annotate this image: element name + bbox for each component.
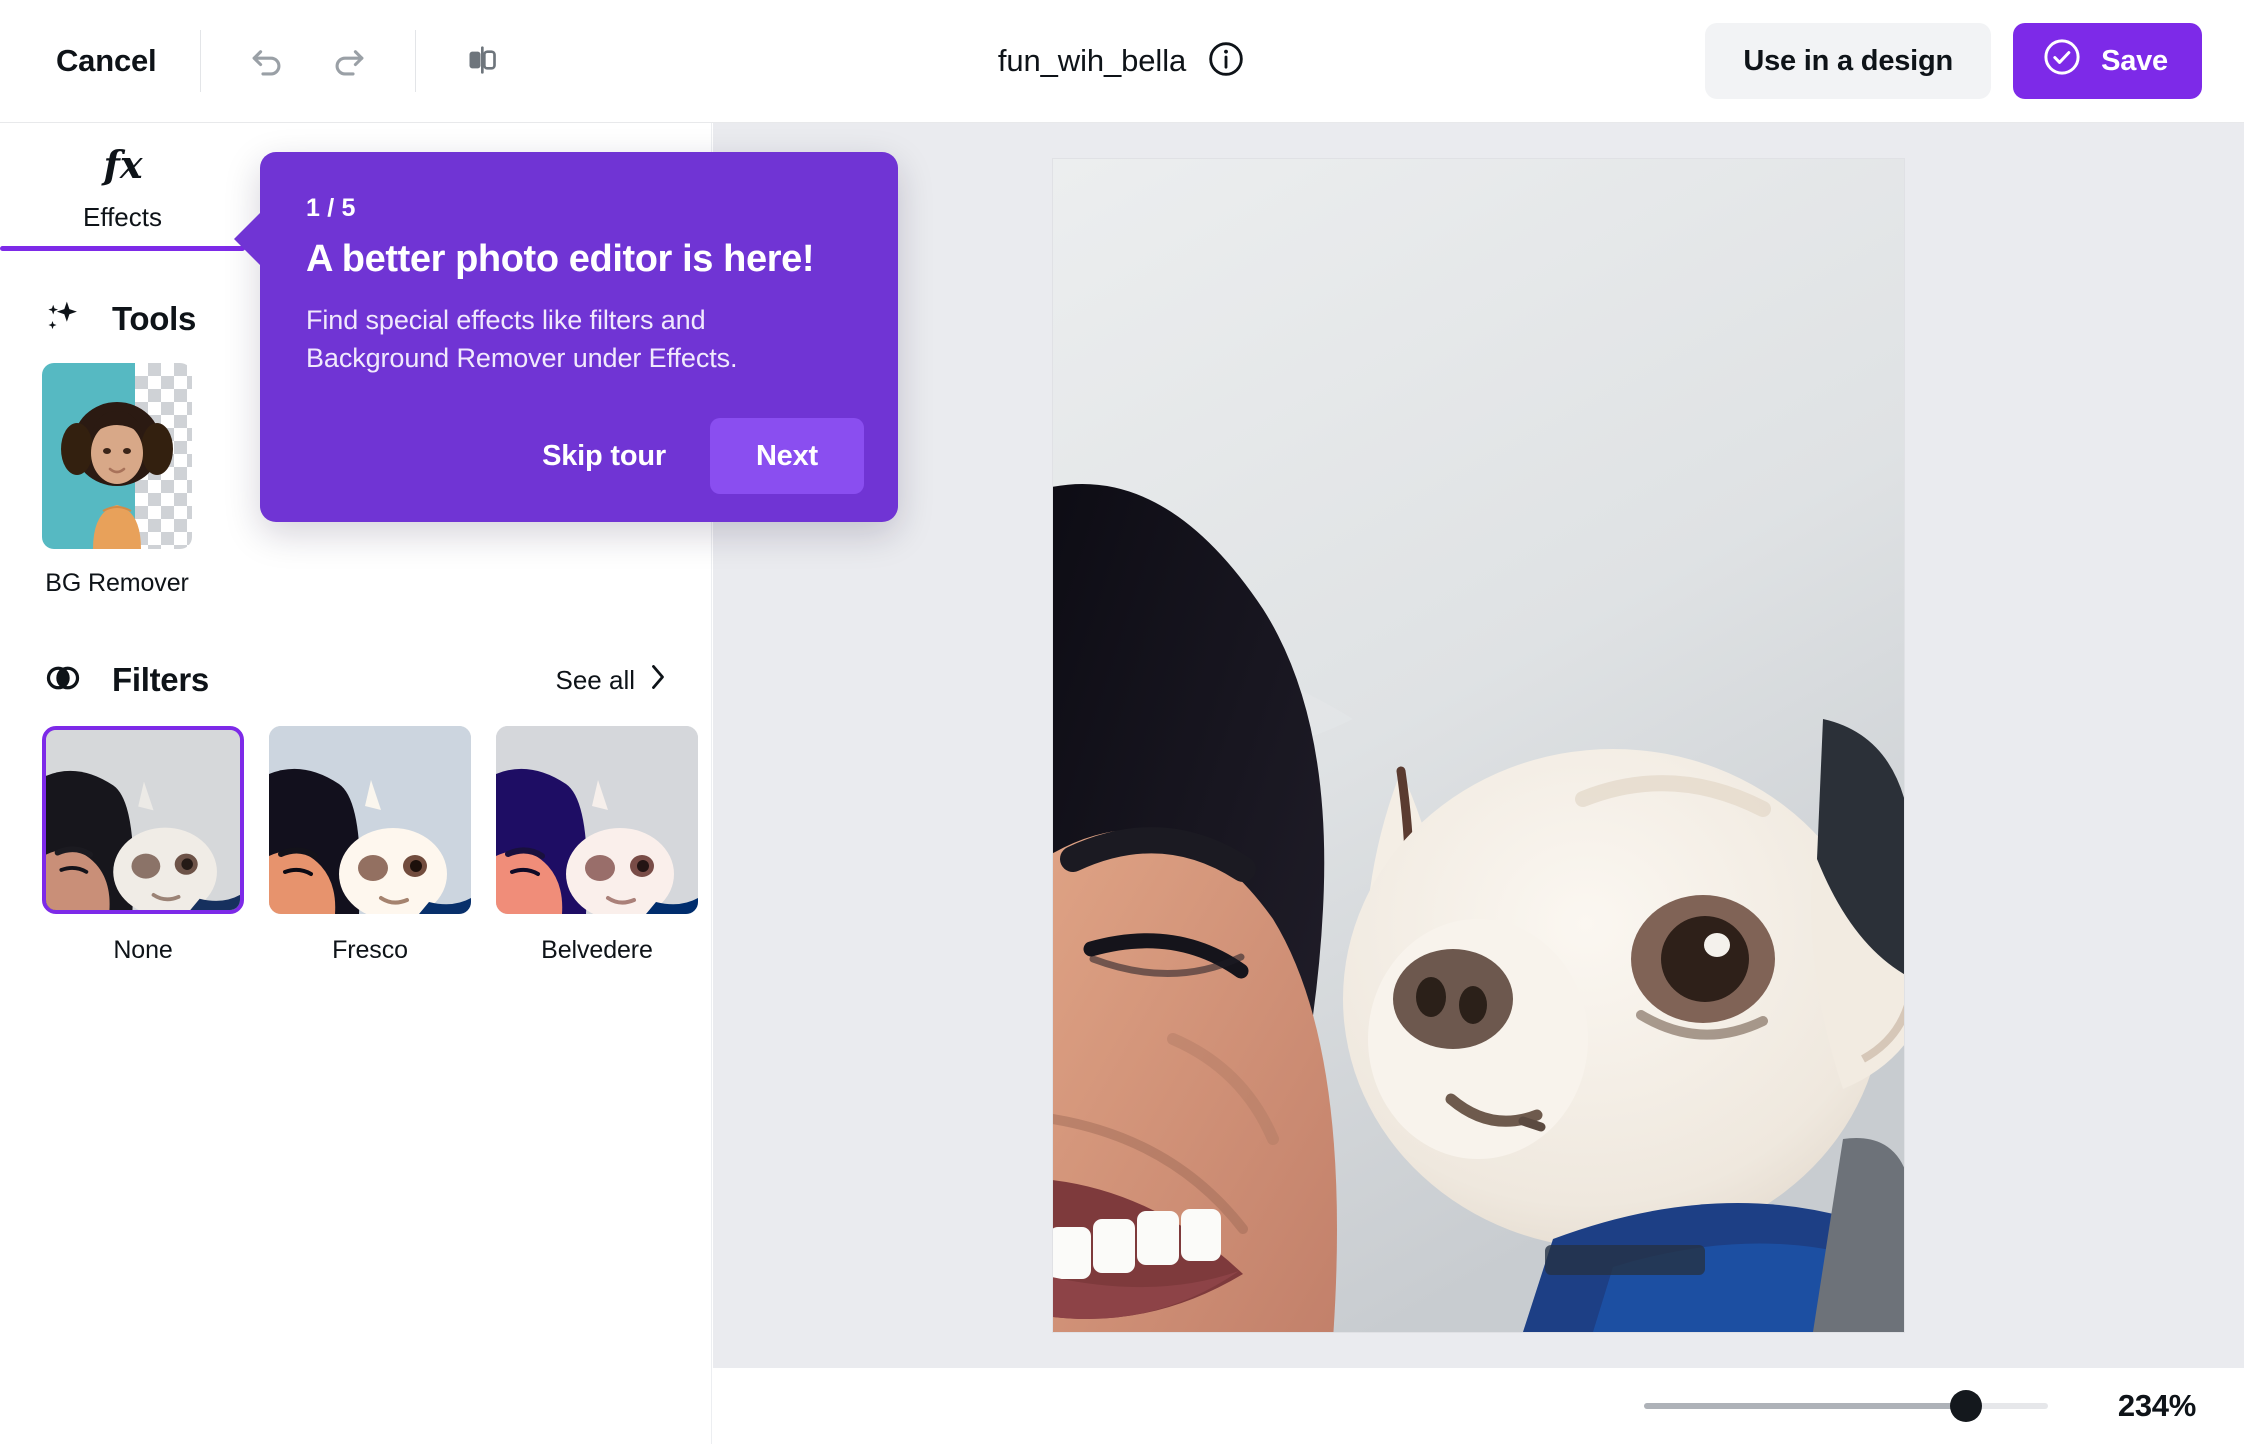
tooltip-body: Find special effects like filters and Ba… [306,304,738,373]
undo-icon [245,38,289,85]
redo-icon [327,38,371,85]
tab-active-indicator [0,246,245,251]
tool-bg-remover[interactable]: BG Remover [42,363,192,598]
compare-split-icon [462,40,502,83]
next-button[interactable]: Next [709,418,864,494]
tool-bg-remover-label: BG Remover [45,569,189,597]
undo-button[interactable] [231,25,303,97]
tab-effects-label: Effects [82,201,162,232]
tooltip-step-counter: 1 / 5 [306,194,356,222]
filters-section-header: Filters See all [0,652,711,708]
save-button-label: Save [2101,44,2168,77]
fx-icon: fx [98,142,148,193]
compare-before-after-button[interactable] [446,25,518,97]
filter-item-none-label: None [113,936,173,964]
filters-list: None Fresco Belvedere [0,708,711,965]
zoom-slider-fill [1644,1403,1966,1409]
tab-effects[interactable]: fx Effects [0,123,245,251]
skip-tour-button[interactable]: Skip tour [508,420,700,492]
header-actions: Use in a design Save [1705,0,2202,122]
sparkle-icon [42,296,84,343]
overlapping-circles-icon [42,657,84,704]
use-in-a-design-button[interactable]: Use in a design [1705,23,1992,99]
zoom-slider[interactable] [1644,1390,2048,1422]
tooltip-title: A better photo editor is here! [306,238,815,280]
tooltip-arrow [234,212,261,266]
cancel-button[interactable]: Cancel [50,33,162,89]
photo-editor-app: Cancel fun_wih_bella Use in a design Sav… [0,0,2244,1444]
filter-item-none[interactable]: None [42,726,244,965]
filters-section-title: Filters [112,661,209,698]
check-circle-icon [2041,36,2083,86]
tooltip-actions: Skip tour Next [508,418,864,494]
filter-thumbnail [42,726,244,914]
svg-text:fx: fx [100,142,143,187]
filter-item-belvedere-label: Belvedere [541,936,653,964]
page-title: fun_wih_bella [997,43,1187,78]
photo-preview[interactable] [1053,159,1904,1332]
info-icon[interactable] [1206,39,1246,84]
see-all-filters-button[interactable]: See all [556,662,670,699]
filter-item-fresco-label: Fresco [332,936,408,964]
filter-thumbnail [269,726,471,914]
photo-image [1053,159,1904,1332]
filter-thumbnail [496,726,698,914]
toolbar-divider-1 [200,30,202,92]
bottom-bar: 234% [713,1368,2244,1444]
tour-tooltip: 1 / 5 A better photo editor is here! Fin… [234,152,898,522]
top-toolbar: Cancel fun_wih_bella Use in a design Sav… [0,0,2244,123]
toolbar-divider-2 [415,30,417,92]
see-all-label: See all [555,664,636,695]
filter-item-fresco[interactable]: Fresco [269,726,471,965]
tools-section-title: Tools [112,300,197,337]
bg-remover-thumbnail [42,363,192,549]
zoom-slider-handle[interactable] [1950,1390,1982,1422]
canvas-area[interactable] [713,123,2244,1368]
save-button[interactable]: Save [2013,23,2202,99]
thumbnail-person-cutout [61,402,173,549]
chevron-right-icon [647,662,669,699]
filter-item-belvedere[interactable]: Belvedere [496,726,698,965]
zoom-level-value: 234% [2117,1388,2196,1423]
redo-button[interactable] [313,25,385,97]
